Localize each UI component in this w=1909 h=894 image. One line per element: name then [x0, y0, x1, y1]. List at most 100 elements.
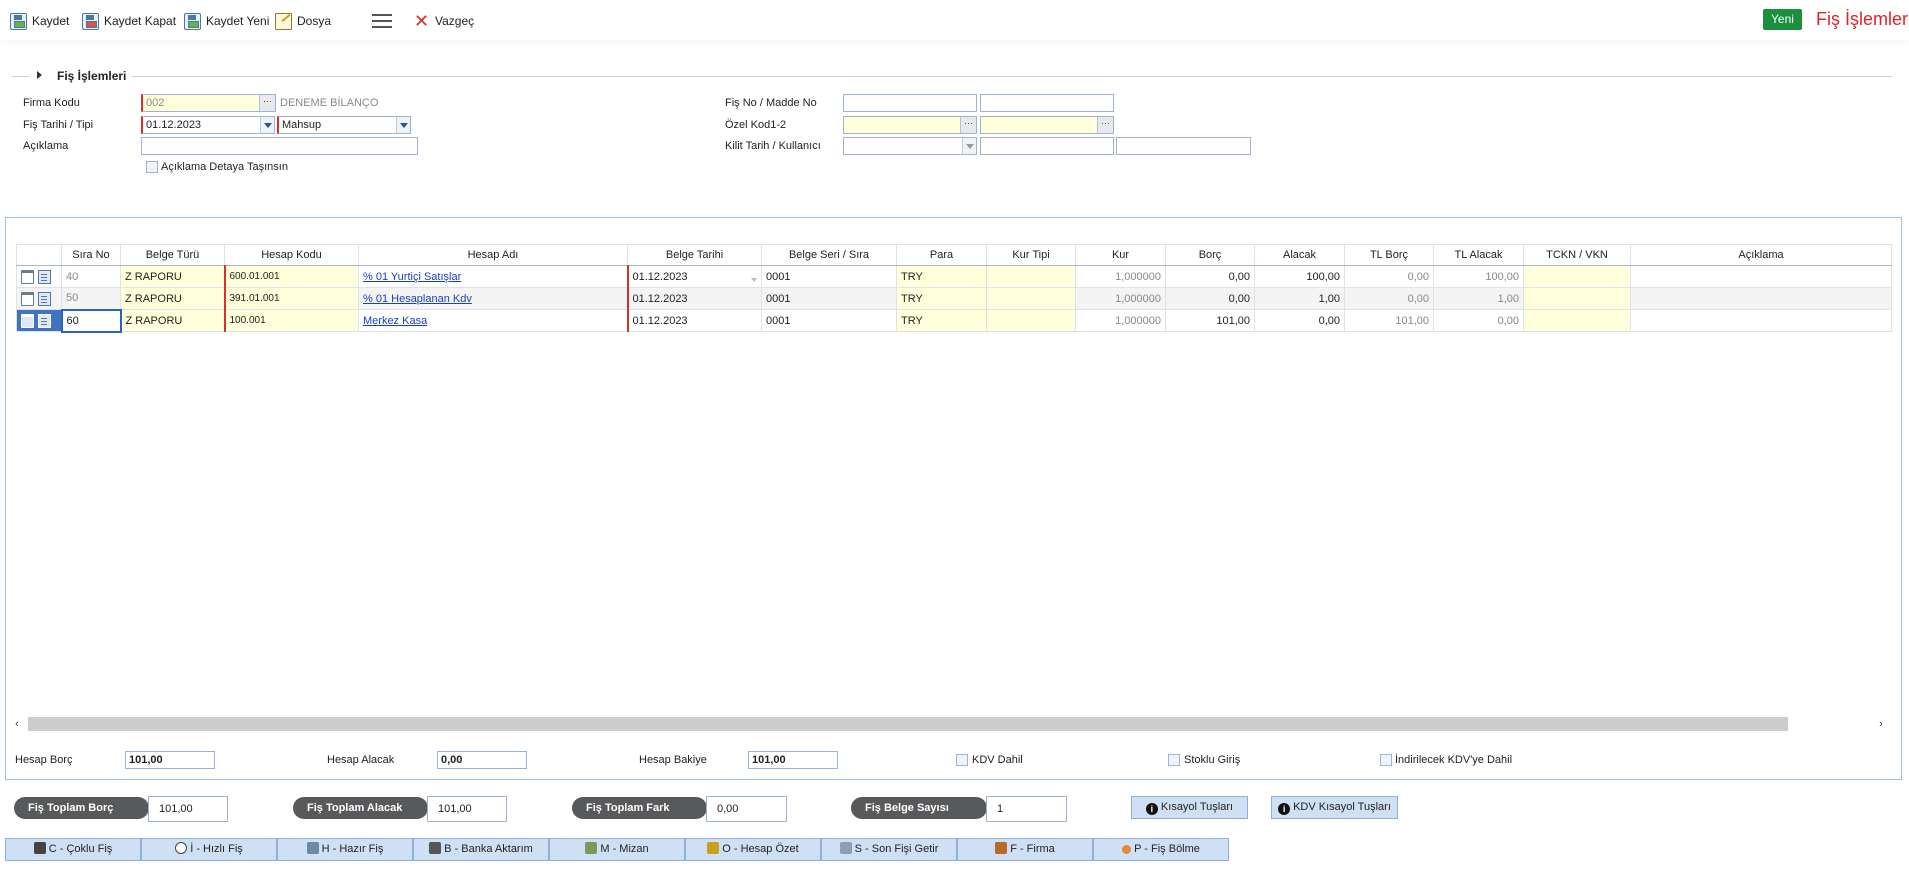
- cell-borc[interactable]: 0,00: [1165, 265, 1255, 288]
- scroll-left-icon[interactable]: ‹: [10, 717, 24, 731]
- cell-seri[interactable]: 0001: [761, 309, 897, 332]
- col-header[interactable]: Hesap Kodu: [224, 244, 359, 266]
- table-row[interactable]: 50 Z RAPORU 391.01.001 % 01 Hesaplanan K…: [16, 287, 1892, 310]
- cell-hesap-adi[interactable]: % 01 Yurtiçi Satışlar: [358, 265, 628, 288]
- col-header[interactable]: Belge Tarihi: [627, 244, 762, 266]
- col-header[interactable]: Para: [896, 244, 987, 266]
- cell-sira[interactable]: 40: [61, 265, 121, 288]
- collapse-arrow-icon[interactable]: [37, 71, 42, 79]
- col-header[interactable]: Kur Tipi: [986, 244, 1076, 266]
- cell-alacak[interactable]: 100,00: [1254, 265, 1345, 288]
- cell-seri[interactable]: 0001: [761, 287, 897, 310]
- col-header[interactable]: Kur: [1075, 244, 1166, 266]
- cell-seri[interactable]: 0001: [761, 265, 897, 288]
- col-header[interactable]: Belge Türü: [120, 244, 225, 266]
- table-row[interactable]: 40 Z RAPORU 600.01.001 % 01 Yurtiçi Satı…: [16, 265, 1892, 288]
- menu-icon[interactable]: [372, 14, 392, 28]
- indirilecek-kdv-checkbox[interactable]: [1380, 754, 1392, 766]
- fis-bolme-button[interactable]: P - Fiş Bölme: [1093, 838, 1229, 861]
- cell-belge-turu[interactable]: Z RAPORU: [120, 265, 225, 288]
- cell-aciklama[interactable]: [1630, 309, 1892, 332]
- delete-icon[interactable]: [21, 291, 34, 306]
- horizontal-scrollbar[interactable]: ‹ ›: [10, 717, 1888, 731]
- cell-hesap-adi[interactable]: Merkez Kasa: [358, 309, 628, 332]
- cell-kur[interactable]: 1,000000: [1075, 309, 1166, 332]
- col-header[interactable]: Sıra No: [61, 244, 121, 266]
- cell-kur[interactable]: 1,000000: [1075, 265, 1166, 288]
- aciklama-input[interactable]: [141, 137, 418, 155]
- cell-borc[interactable]: 101,00: [1165, 309, 1255, 332]
- kilit-kullanici-input[interactable]: [980, 137, 1114, 155]
- cell-alacak[interactable]: 1,00: [1254, 287, 1345, 310]
- aciklama-detay-checkbox[interactable]: [146, 161, 158, 173]
- save-close-button[interactable]: Kaydet Kapat: [82, 10, 176, 32]
- copy-icon[interactable]: [38, 291, 51, 306]
- hesap-adi-link[interactable]: % 01 Hesaplanan Kdv: [363, 293, 472, 305]
- firma-kodu-input[interactable]: 002 ···: [141, 94, 276, 112]
- cell-belge-turu[interactable]: Z RAPORU: [120, 287, 225, 310]
- cell-belge-tarihi[interactable]: 01.12.2023: [626, 309, 762, 332]
- banka-aktarim-button[interactable]: B - Banka Aktarım: [413, 838, 549, 861]
- delete-icon[interactable]: [21, 313, 34, 328]
- cell-belge-tarihi[interactable]: 01.12.2023: [626, 265, 762, 288]
- kdv-kisayol-button[interactable]: i KDV Kısayol Tuşları: [1271, 796, 1398, 819]
- cell-belge-tarihi[interactable]: 01.12.2023: [626, 287, 762, 310]
- hesap-adi-link[interactable]: Merkez Kasa: [363, 315, 427, 327]
- chevron-down-icon[interactable]: [751, 277, 757, 282]
- ozel-kod1-input[interactable]: ···: [843, 116, 977, 134]
- cell-tckn[interactable]: [1523, 309, 1631, 332]
- cell-aciklama[interactable]: [1630, 265, 1892, 288]
- chevron-down-icon[interactable]: [396, 117, 410, 133]
- table-row[interactable]: 60 Z RAPORU 100.001 Merkez Kasa 01.12.20…: [16, 308, 1892, 333]
- col-header[interactable]: Açıklama: [1630, 244, 1892, 266]
- copy-icon[interactable]: [38, 269, 51, 284]
- kdv-dahil-checkbox[interactable]: [956, 754, 968, 766]
- hizli-fis-button[interactable]: İ - Hızlı Fiş: [141, 838, 277, 861]
- kilit-extra-input[interactable]: [1116, 137, 1251, 155]
- kisayol-button[interactable]: i Kısayol Tuşları: [1131, 796, 1248, 819]
- cell-kur[interactable]: 1,000000: [1075, 287, 1166, 310]
- cell-borc[interactable]: 0,00: [1165, 287, 1255, 310]
- cell-para[interactable]: TRY: [896, 309, 987, 332]
- lookup-button[interactable]: ···: [960, 117, 976, 133]
- fis-tarihi-input[interactable]: 01.12.2023: [141, 116, 275, 134]
- cell-hesap-kodu[interactable]: 391.01.001: [223, 287, 359, 310]
- cell-para[interactable]: TRY: [896, 287, 987, 310]
- save-button[interactable]: Kaydet: [10, 10, 69, 32]
- lookup-button[interactable]: ···: [1097, 117, 1113, 133]
- col-header[interactable]: Alacak: [1254, 244, 1345, 266]
- fis-no-input[interactable]: [843, 94, 977, 112]
- file-button[interactable]: Dosya: [275, 10, 331, 32]
- lookup-button[interactable]: ···: [259, 95, 275, 111]
- hesap-ozet-button[interactable]: O - Hesap Özet: [685, 838, 821, 861]
- cell-kur-tipi[interactable]: [986, 265, 1076, 288]
- copy-icon[interactable]: [38, 313, 51, 328]
- col-header[interactable]: TCKN / VKN: [1523, 244, 1631, 266]
- firma-button[interactable]: F - Firma: [957, 838, 1093, 861]
- coklu-fis-button[interactable]: C - Çoklu Fiş: [5, 838, 141, 861]
- scroll-right-icon[interactable]: ›: [1874, 717, 1888, 731]
- scrollbar-thumb[interactable]: [28, 717, 1788, 731]
- cancel-button[interactable]: ✕ Vazgeç: [413, 10, 474, 32]
- cell-tl-alacak[interactable]: 100,00: [1433, 265, 1524, 288]
- cell-hesap-adi[interactable]: % 01 Hesaplanan Kdv: [358, 287, 628, 310]
- cell-hesap-kodu[interactable]: 100.001: [223, 309, 359, 332]
- fis-tipi-select[interactable]: Mahsup: [277, 116, 411, 134]
- col-header[interactable]: TL Alacak: [1433, 244, 1524, 266]
- cell-tl-alacak[interactable]: 1,00: [1433, 287, 1524, 310]
- save-new-button[interactable]: Kaydet Yeni: [184, 10, 269, 32]
- cell-aciklama[interactable]: [1630, 287, 1892, 310]
- cell-alacak[interactable]: 0,00: [1254, 309, 1345, 332]
- cell-sira[interactable]: 50: [61, 287, 121, 310]
- cell-kur-tipi[interactable]: [986, 287, 1076, 310]
- mizan-button[interactable]: M - Mizan: [549, 838, 685, 861]
- new-button[interactable]: Yeni: [1763, 9, 1802, 30]
- col-header[interactable]: TL Borç: [1344, 244, 1434, 266]
- cell-sira[interactable]: 60: [60, 308, 122, 333]
- col-header[interactable]: Belge Seri / Sıra: [761, 244, 897, 266]
- cell-tckn[interactable]: [1523, 265, 1631, 288]
- hesap-adi-link[interactable]: % 01 Yurtiçi Satışlar: [363, 271, 461, 283]
- stoklu-giris-checkbox[interactable]: [1168, 754, 1180, 766]
- cell-tl-borc[interactable]: 101,00: [1344, 309, 1434, 332]
- ozel-kod2-input[interactable]: ···: [980, 116, 1114, 134]
